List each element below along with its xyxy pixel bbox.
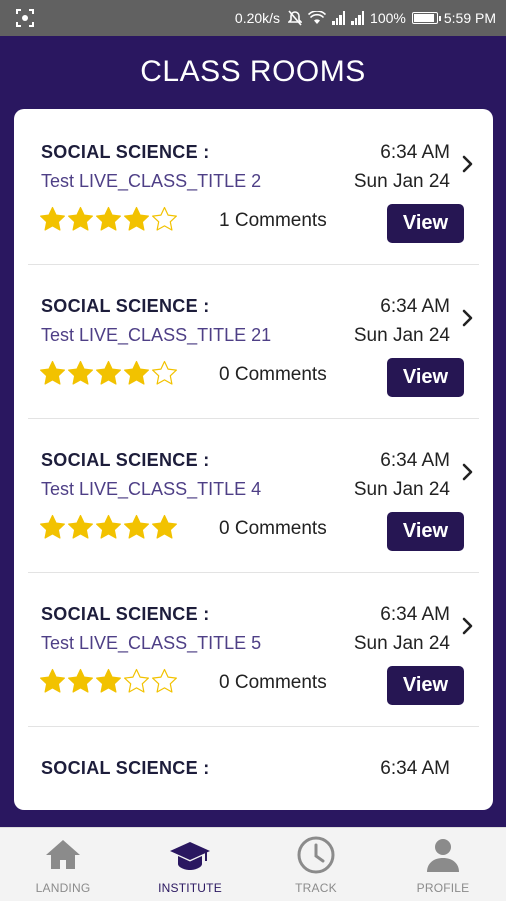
class-item[interactable]: SOCIAL SCIENCE : Test LIVE_CLASS_TITLE 5 6… — [14, 544, 493, 705]
class-subject: SOCIAL SCIENCE : — [41, 604, 210, 624]
chevron-right-icon[interactable] — [461, 462, 475, 482]
star-empty-icon — [124, 668, 149, 693]
class-time: 6:34 AM — [380, 758, 450, 779]
star-filled-icon — [40, 206, 65, 231]
star-filled-icon — [40, 668, 65, 693]
class-time: 6:34 AM — [380, 604, 450, 625]
star-filled-icon — [152, 514, 177, 539]
battery-icon — [411, 12, 441, 24]
chevron-right-icon[interactable] — [461, 616, 475, 636]
graduation-cap-icon — [170, 842, 210, 870]
home-icon — [46, 840, 80, 869]
class-item[interactable]: SOCIAL SCIENCE : 6:34 AM — [14, 698, 493, 810]
bottom-nav: LANDING INSTITUTE TRACK PROFILE — [0, 827, 506, 901]
clock-icon — [297, 836, 335, 874]
class-item[interactable]: SOCIAL SCIENCE : Test LIVE_CLASS_TITLE 2 6… — [14, 109, 493, 243]
battery-percent: 100% — [370, 10, 406, 26]
star-empty-icon — [152, 668, 177, 693]
clock-time: 5:59 PM — [443, 10, 496, 26]
class-title: Test LIVE_CLASS_TITLE 5 — [41, 633, 262, 653]
nav-item-track[interactable]: TRACK — [253, 828, 379, 901]
class-title: Test LIVE_CLASS_TITLE 21 — [41, 325, 272, 345]
status-bar: 0.20k/s 100% 5:59 PM — [0, 0, 506, 36]
comments-count[interactable]: 1 Comments — [219, 210, 327, 232]
class-date: Sun Jan 24 — [353, 479, 450, 500]
star-filled-icon — [68, 206, 93, 231]
signal-icon — [351, 11, 365, 25]
star-filled-icon — [96, 668, 121, 693]
nav-item-landing[interactable]: LANDING — [0, 828, 126, 901]
class-item[interactable]: SOCIAL SCIENCE : Test LIVE_CLASS_TITLE 4 6… — [14, 390, 493, 551]
class-item[interactable]: SOCIAL SCIENCE : Test LIVE_CLASS_TITLE 21… — [14, 236, 493, 397]
network-speed: 0.20k/s — [234, 10, 281, 26]
wifi-icon — [308, 11, 327, 24]
star-empty-icon — [152, 360, 177, 385]
nav-label: TRACK — [295, 881, 337, 895]
star-rating — [39, 668, 178, 695]
signal-icon — [332, 11, 346, 25]
class-date: Sun Jan 24 — [353, 633, 450, 654]
star-filled-icon — [68, 360, 93, 385]
star-filled-icon — [40, 514, 65, 539]
class-subject: SOCIAL SCIENCE : — [41, 142, 210, 162]
star-filled-icon — [40, 360, 65, 385]
chevron-right-icon[interactable] — [461, 154, 475, 174]
star-rating — [39, 514, 178, 541]
star-filled-icon — [96, 360, 121, 385]
star-filled-icon — [96, 206, 121, 231]
comments-count[interactable]: 0 Comments — [219, 518, 327, 540]
class-subject: SOCIAL SCIENCE : — [41, 450, 210, 470]
class-list[interactable]: SOCIAL SCIENCE : Test LIVE_CLASS_TITLE 2 6… — [14, 109, 493, 810]
star-filled-icon — [96, 514, 121, 539]
star-rating — [39, 360, 178, 387]
star-filled-icon — [124, 206, 149, 231]
nav-item-profile[interactable]: PROFILE — [380, 828, 506, 901]
star-filled-icon — [68, 668, 93, 693]
nav-label: LANDING — [35, 881, 91, 895]
page-title: CLASS ROOMS — [140, 55, 366, 88]
comments-count[interactable]: 0 Comments — [219, 672, 327, 694]
screenshot-icon — [16, 9, 34, 27]
class-subject: SOCIAL SCIENCE : — [41, 758, 210, 778]
mute-icon — [288, 10, 303, 26]
class-title: Test LIVE_CLASS_TITLE 2 — [41, 171, 262, 191]
star-filled-icon — [124, 514, 149, 539]
class-time: 6:34 AM — [380, 450, 450, 471]
class-date: Sun Jan 24 — [353, 325, 450, 346]
star-filled-icon — [124, 360, 149, 385]
class-time: 6:34 AM — [380, 142, 450, 163]
class-subject: SOCIAL SCIENCE : — [41, 296, 210, 316]
chevron-right-icon[interactable] — [461, 308, 475, 328]
comments-count[interactable]: 0 Comments — [219, 364, 327, 386]
class-time: 6:34 AM — [380, 296, 450, 317]
star-empty-icon — [152, 206, 177, 231]
class-title: Test LIVE_CLASS_TITLE 4 — [41, 479, 262, 499]
class-date: Sun Jan 24 — [353, 171, 450, 192]
star-filled-icon — [68, 514, 93, 539]
person-icon — [427, 839, 459, 872]
nav-label: INSTITUTE — [158, 881, 222, 895]
star-rating — [39, 206, 178, 233]
nav-item-institute[interactable]: INSTITUTE — [127, 828, 253, 901]
nav-label: PROFILE — [416, 881, 470, 895]
